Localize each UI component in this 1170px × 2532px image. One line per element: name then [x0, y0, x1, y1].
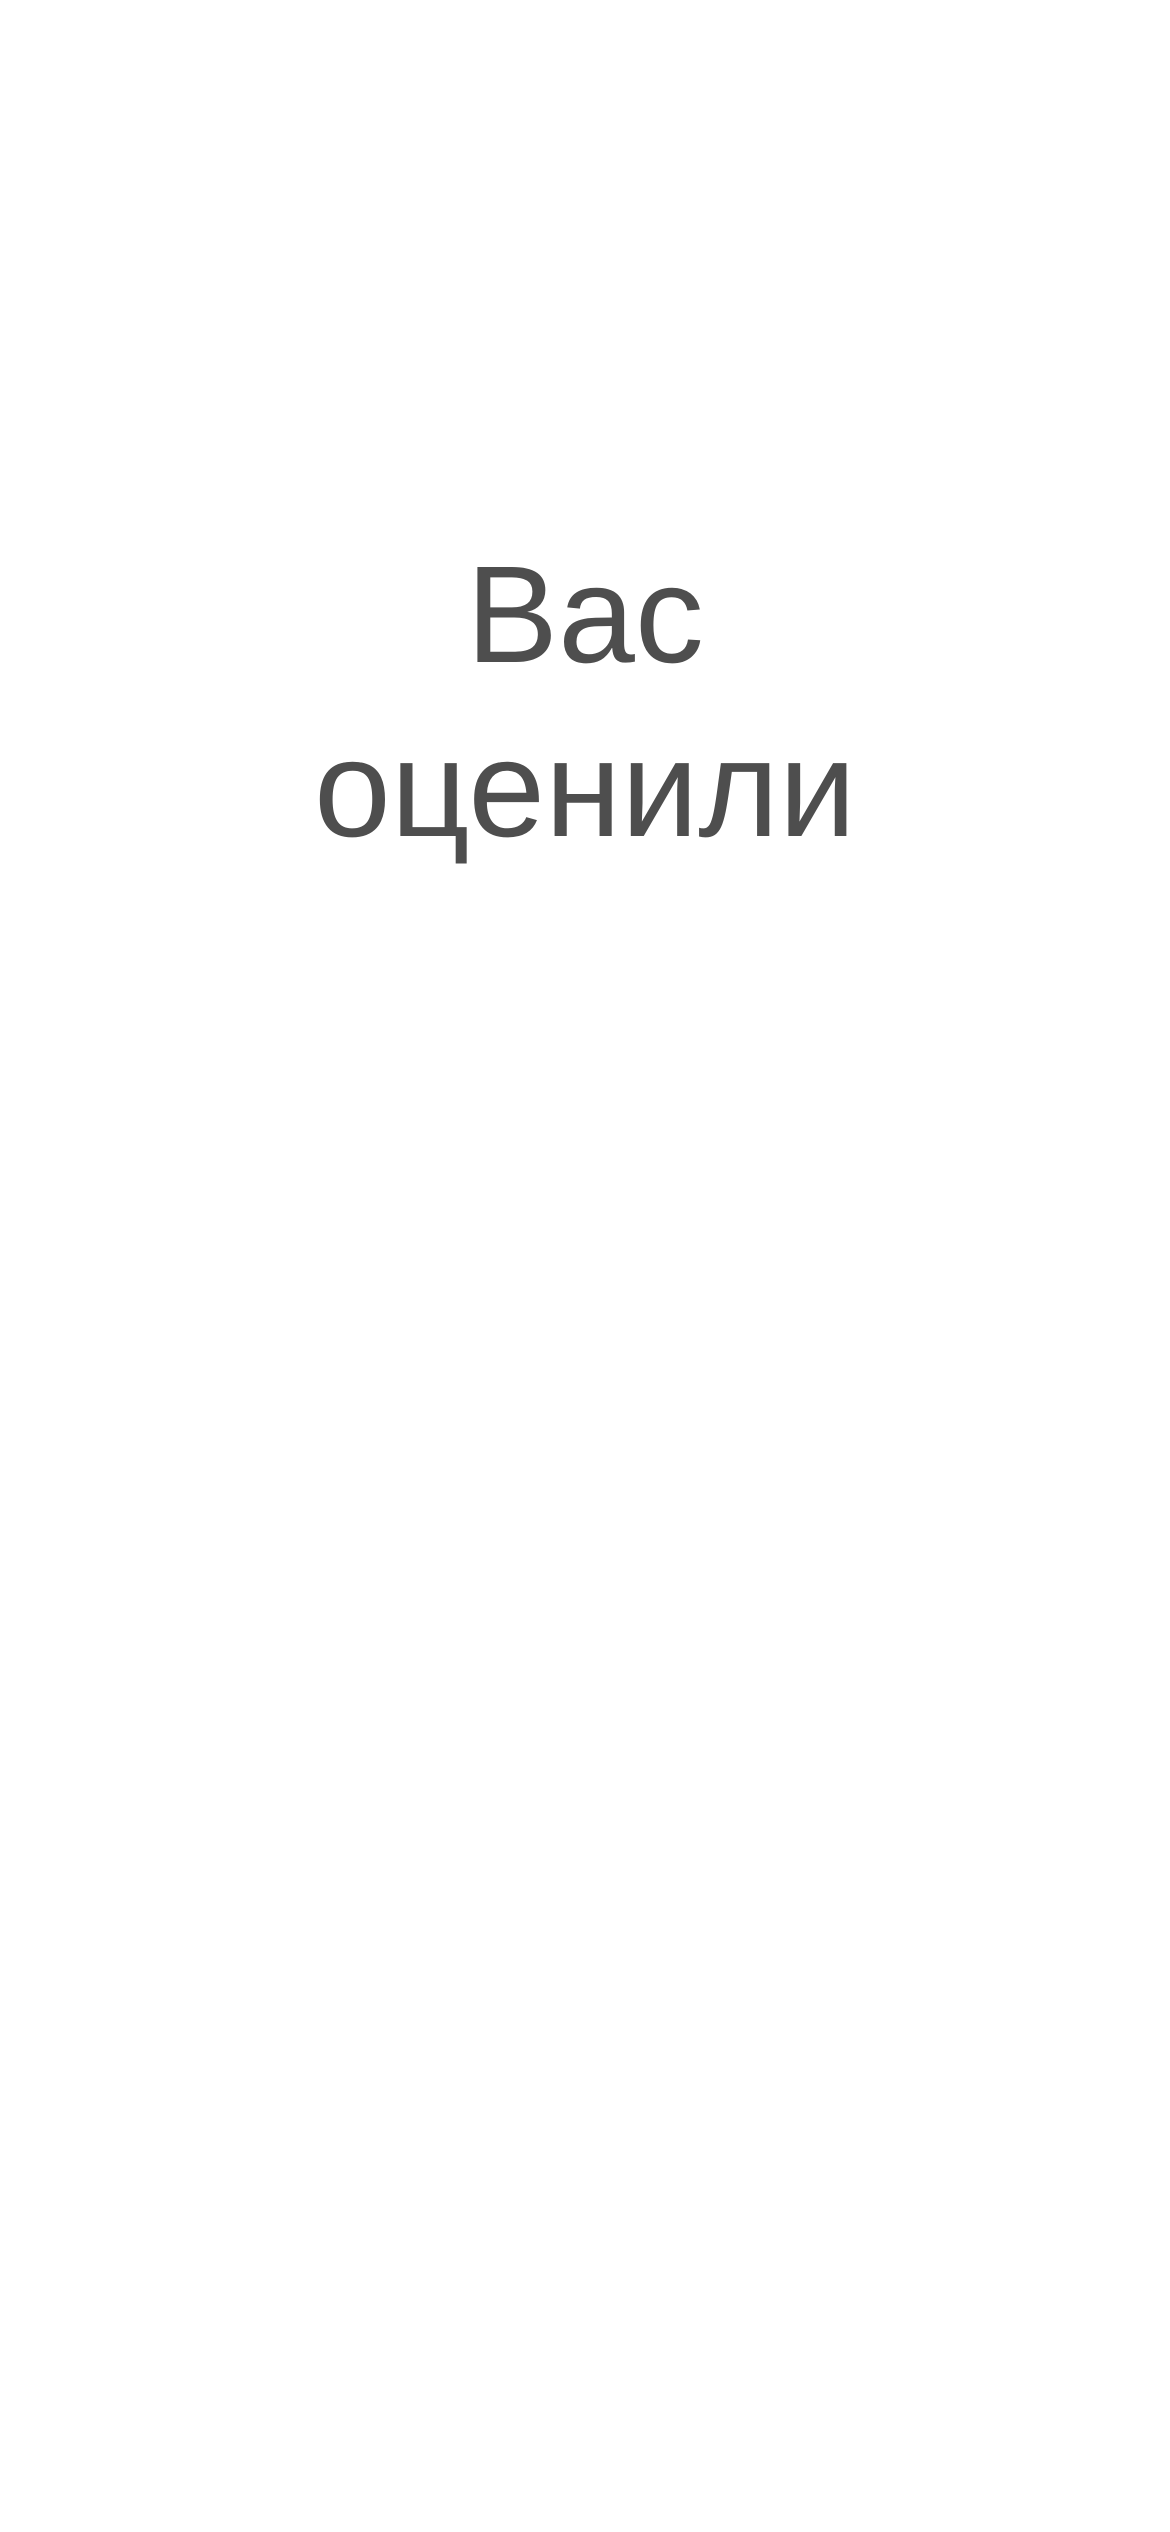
title-line-2: оценили: [314, 712, 856, 866]
page-title: Вас оценили: [0, 528, 1170, 876]
title-line-1: Вас: [466, 538, 704, 692]
rating-notification-screen: Вас оценили: [0, 0, 1170, 2532]
